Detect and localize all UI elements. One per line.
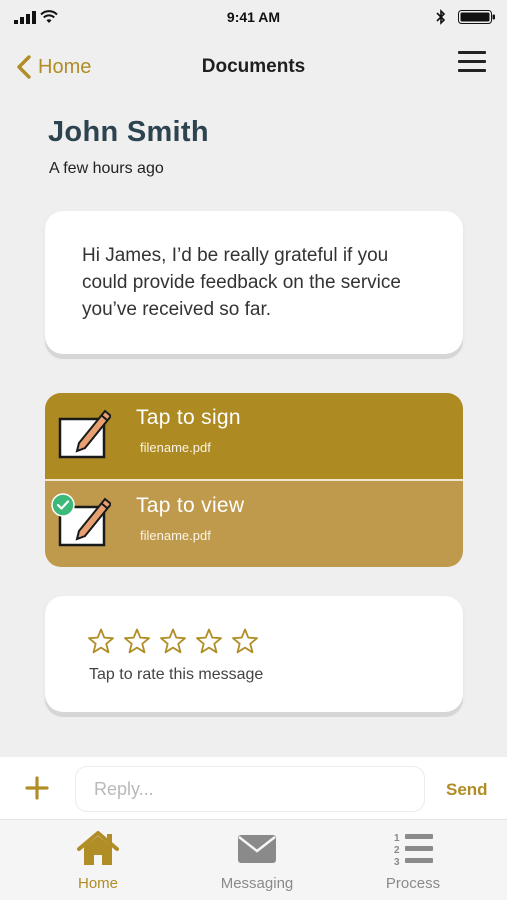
envelope-icon <box>238 835 276 863</box>
bluetooth-icon <box>436 9 446 25</box>
tab-bar: Home Messaging 1 2 3 Process <box>0 819 507 900</box>
tab-messaging-label: Messaging <box>220 875 294 892</box>
star-1-icon[interactable] <box>88 628 114 654</box>
status-time: 9:41 AM <box>226 9 281 25</box>
star-5-icon[interactable] <box>232 628 258 654</box>
star-2-icon[interactable] <box>124 628 150 654</box>
send-button[interactable]: Send <box>446 780 488 800</box>
star-3-icon[interactable] <box>160 628 186 654</box>
svg-text:1: 1 <box>394 833 400 844</box>
numbered-list-icon: 1 2 3 <box>394 833 433 868</box>
document-list: Tap to sign filename.pdf Tap to view fil… <box>45 393 463 567</box>
document-action-label: Tap to view <box>136 494 245 517</box>
tab-messaging[interactable]: Messaging <box>202 830 312 892</box>
rating-label: Tap to rate this message <box>89 666 264 683</box>
hamburger-icon <box>458 51 486 54</box>
document-filename: filename.pdf <box>140 440 211 455</box>
tab-process-label: Process <box>385 875 441 892</box>
house-icon <box>77 831 119 865</box>
tab-home[interactable]: Home <box>43 830 153 892</box>
rating-card: Tap to rate this message <box>45 596 463 712</box>
reply-bar: Send <box>0 757 507 819</box>
navigation-bar: Home Documents <box>0 44 507 90</box>
star-rating <box>88 628 258 654</box>
document-filename: filename.pdf <box>140 528 211 543</box>
tab-home-label: Home <box>77 875 118 892</box>
add-attachment-plus-icon[interactable] <box>25 776 49 800</box>
tab-process[interactable]: 1 2 3 Process <box>358 830 468 892</box>
star-4-icon[interactable] <box>196 628 222 654</box>
document-row-sign[interactable]: Tap to sign filename.pdf <box>45 393 463 479</box>
message-body: Hi James, I’d be really grateful if you … <box>82 245 401 320</box>
page-title: Documents <box>201 56 306 77</box>
sign-document-icon <box>58 409 111 459</box>
document-action-label: Tap to sign <box>136 406 241 429</box>
sender-name: John Smith <box>48 116 209 148</box>
battery-icon <box>458 10 495 24</box>
menu-button[interactable] <box>458 51 486 75</box>
document-row-view[interactable]: Tap to view filename.pdf <box>45 481 463 567</box>
message-timestamp: A few hours ago <box>49 160 164 177</box>
message-card: Hi James, I’d be really grateful if you … <box>45 211 463 354</box>
checkmark-badge-icon <box>51 493 75 517</box>
svg-text:3: 3 <box>394 857 400 868</box>
reply-input[interactable] <box>75 766 425 812</box>
svg-text:2: 2 <box>394 845 400 856</box>
status-bar: 9:41 AM <box>0 0 507 36</box>
